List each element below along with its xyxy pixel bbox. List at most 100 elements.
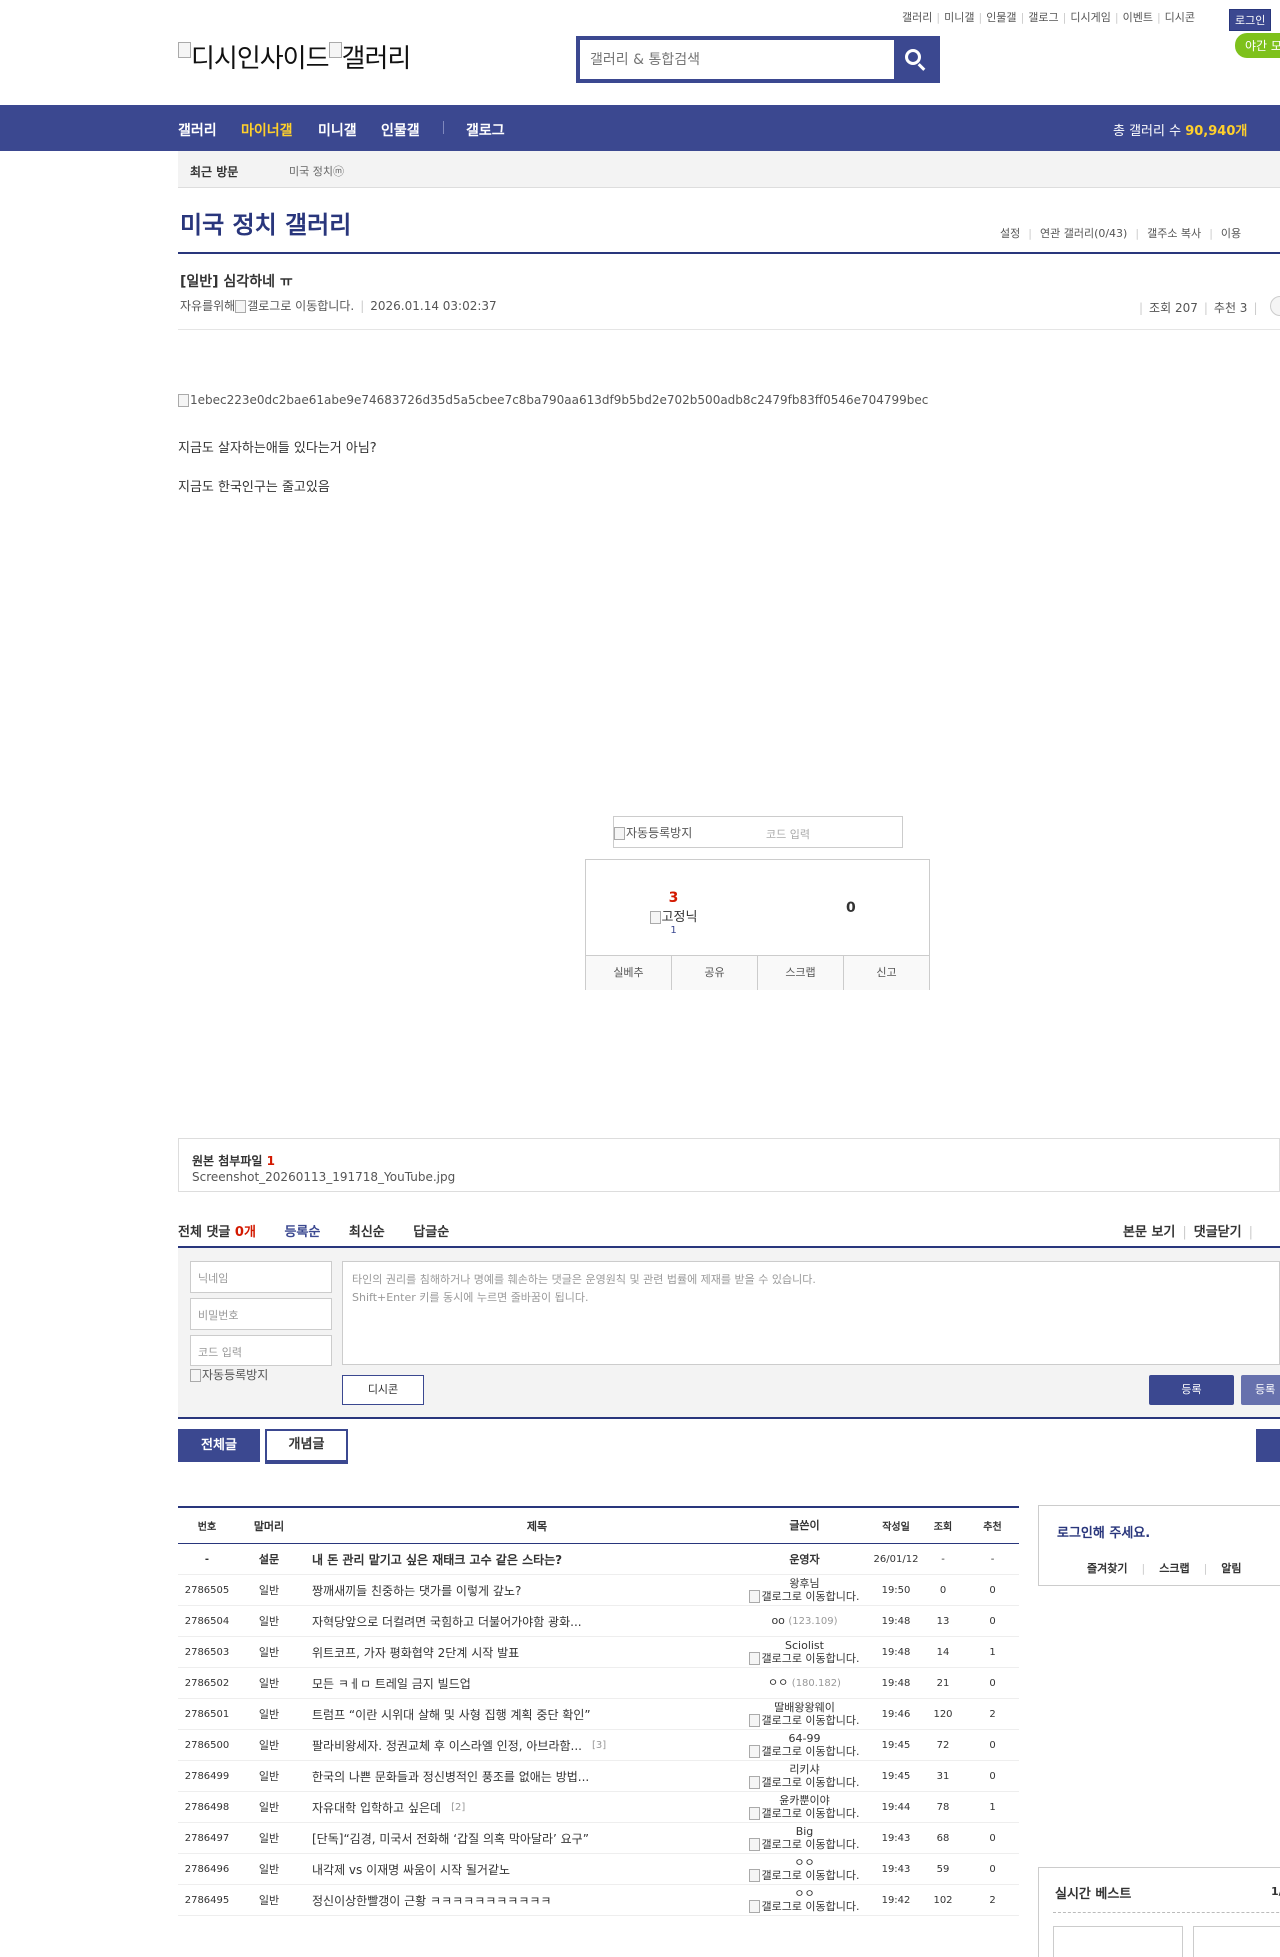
row-writer-name[interactable]: ㅇㅇ <box>794 1856 814 1869</box>
row-writer-name[interactable]: ㅇㅇ (180.182) <box>768 1676 841 1690</box>
row-writer-gallog[interactable]: 갤로그로 이동합니다. <box>749 1745 860 1759</box>
notice-row[interactable]: - 설문 내 돈 관리 맡기고 싶은 재태크 고수 같은 스타는? 운영자 26… <box>178 1544 1019 1575</box>
row-title[interactable]: 정신이상한빨갱이 근황 ㅋㅋㅋㅋㅋㅋㅋㅋㅋㅋㅋ <box>312 1885 782 1915</box>
sort-by-registered[interactable]: 등록순 <box>284 1225 320 1240</box>
close-comments-link[interactable]: 댓글닫기 <box>1194 1225 1242 1240</box>
row-title[interactable]: 위트코프, 가자 평화협약 2단계 시작 발표 <box>312 1637 782 1667</box>
table-row[interactable]: 2786505 일반 짱깨새끼들 친중하는 댓가를 이렇게 갚노? 왕후님 갤로그로 이… <box>178 1575 1019 1606</box>
tab-all-posts[interactable]: 전체글 <box>178 1429 260 1462</box>
dccon-button[interactable]: 디시콘 <box>342 1375 424 1405</box>
real-best-button[interactable]: 실베추 <box>586 956 672 990</box>
sort-by-latest[interactable]: 최신순 <box>349 1225 385 1240</box>
favorites-link[interactable]: 즐겨찾기 <box>1087 1562 1127 1575</box>
report-button[interactable]: 신고 <box>844 956 929 990</box>
row-writer-name[interactable]: oo (123.109) <box>771 1614 837 1628</box>
best-thumbnail[interactable] <box>1053 1926 1183 1957</box>
nav-person-gallery[interactable]: 인물갤 <box>381 120 420 140</box>
share-button[interactable]: 공유 <box>672 956 758 990</box>
write-button[interactable] <box>1256 1429 1280 1462</box>
comment-textarea[interactable]: 타인의 권리를 침해하거나 명예를 훼손하는 댓글은 운영원칙 및 관련 법률에… <box>342 1261 1280 1365</box>
view-post-link[interactable]: 본문 보기 <box>1123 1225 1175 1240</box>
row-title[interactable]: 내각제 vs 이재명 싸움이 시작 될거같노 <box>312 1854 782 1884</box>
table-row[interactable]: 2786499 일반 한국의 나쁜 문화들과 정신병적인 풍조를 없애는 방법...… <box>178 1761 1019 1792</box>
scrap-link[interactable]: 스크랩 <box>1159 1562 1189 1575</box>
comment-code-input[interactable]: 코드 입력 <box>190 1335 332 1366</box>
search-input[interactable] <box>580 40 895 79</box>
captcha-code-input[interactable]: 코드 입력 <box>766 826 810 842</box>
nav-mini-gallery[interactable]: 미니갤 <box>318 120 357 140</box>
copy-gallery-address-link[interactable]: 갤주소 복사 <box>1147 227 1201 240</box>
table-row[interactable]: 2786495 일반 정신이상한빨갱이 근황 ㅋㅋㅋㅋㅋㅋㅋㅋㅋㅋㅋ ㅇㅇ 갤로그로 이… <box>178 1885 1019 1916</box>
row-writer-name[interactable]: 64-99 <box>789 1732 821 1745</box>
password-input[interactable]: 비밀번호 <box>190 1298 332 1330</box>
notification-link[interactable]: 알림 <box>1221 1562 1241 1575</box>
more-button[interactable] <box>1270 296 1280 316</box>
best-thumbnail[interactable] <box>1193 1926 1280 1957</box>
recommend-down-count[interactable]: 0 <box>846 900 856 916</box>
table-row[interactable]: 2786496 일반 내각제 vs 이재명 싸움이 시작 될거같노 ㅇㅇ 갤로그로 이동… <box>178 1854 1019 1885</box>
row-writer-name[interactable]: Sciolist <box>785 1639 824 1652</box>
scrap-button[interactable]: 스크랩 <box>758 956 844 990</box>
table-row[interactable]: 2786497 일반 [단독]“김경, 미국서 전화해 ‘갑질 의혹 막아달라’ 요… <box>178 1823 1019 1854</box>
gallery-settings-link[interactable]: 설정 <box>1000 227 1020 240</box>
top-link[interactable]: 디시콘 <box>1165 11 1195 24</box>
row-comment-count[interactable]: [2] <box>451 1802 465 1813</box>
sort-by-replies[interactable]: 답글순 <box>413 1225 449 1240</box>
recommend-up-button[interactable]: 3 고정닉 1 <box>626 890 721 936</box>
gallery-usage-link[interactable]: 이용 <box>1221 227 1241 240</box>
row-title[interactable]: 자유대학 입학하고 싶은데 [2] <box>312 1792 782 1822</box>
search-button[interactable] <box>894 40 936 79</box>
row-writer-gallog[interactable]: 갤로그로 이동합니다. <box>749 1807 860 1821</box>
top-link[interactable]: 디시게임 <box>1070 11 1110 24</box>
col-head[interactable]: 말머리 <box>236 1508 302 1543</box>
recent-visit-item[interactable]: 미국 정치ⓜ <box>289 163 344 179</box>
nickname-input[interactable]: 닉네임 <box>190 1261 332 1293</box>
table-row[interactable]: 2786500 일반 팔라비왕세자. 정권교체 후 이스라엘 인정, 아브라함...… <box>178 1730 1019 1761</box>
sidebar-login-title[interactable]: 로그인해 주세요. <box>1057 1522 1150 1541</box>
row-title[interactable]: 한국의 나쁜 문화들과 정신병적인 풍조를 없애는 방법... <box>312 1761 782 1791</box>
post-author[interactable]: 자유를위해 <box>180 299 235 313</box>
top-link[interactable]: 갤로그 <box>1028 11 1058 24</box>
row-title[interactable]: 트럼프 “이란 시위대 살해 및 사형 집행 계획 중단 확인” <box>312 1699 782 1729</box>
row-writer-gallog[interactable]: 갤로그로 이동합니다. <box>749 1838 860 1852</box>
register-button[interactable]: 등록 <box>1149 1375 1234 1405</box>
top-link[interactable]: 미니갤 <box>944 11 974 24</box>
row-writer-gallog[interactable]: 갤로그로 이동합니다. <box>749 1590 860 1604</box>
login-button[interactable]: 로그인 <box>1229 9 1272 31</box>
related-gallery-link[interactable]: 연관 갤러리(0/43) <box>1040 227 1127 240</box>
top-link[interactable]: 이벤트 <box>1123 11 1153 24</box>
row-writer-gallog[interactable]: 갤로그로 이동합니다. <box>749 1869 860 1883</box>
post-author-gallog[interactable]: 갤로그로 이동합니다. <box>247 299 354 313</box>
site-logo[interactable]: 디시인사이드 갤러리 <box>178 38 411 75</box>
gallery-title[interactable]: 미국 정치 갤러리 <box>180 205 351 240</box>
row-writer-name[interactable]: 왕후님 <box>789 1577 819 1590</box>
row-comment-count[interactable]: [3] <box>592 1740 606 1751</box>
table-row[interactable]: 2786501 일반 트럼프 “이란 시위대 살해 및 사형 집행 계획 중단 확인… <box>178 1699 1019 1730</box>
row-writer-gallog[interactable]: 갤로그로 이동합니다. <box>749 1900 860 1914</box>
nav-gallery[interactable]: 갤러리 <box>178 120 217 140</box>
row-writer-gallog[interactable]: 갤로그로 이동합니다. <box>749 1652 860 1666</box>
row-title[interactable]: 팔라비왕세자. 정권교체 후 이스라엘 인정, 아브라함... [3] <box>312 1730 782 1760</box>
table-row[interactable]: 2786502 일반 모든 ㅋㅔㅁ 트레일 금지 빌드업 ㅇㅇ (180.182) 19… <box>178 1668 1019 1699</box>
post-image[interactable]: 1ebec223e0dc2bae61abe9e74683726d35d5a5cb… <box>178 393 928 407</box>
table-row[interactable]: 2786498 일반 자유대학 입학하고 싶은데 [2] 윤카뿐이야 갤로그로 이동합니다… <box>178 1792 1019 1823</box>
nav-gallog[interactable]: 갤로그 <box>466 120 505 140</box>
tab-best-posts[interactable]: 개념글 <box>265 1429 348 1464</box>
row-writer-name[interactable]: ㅇㅇ <box>794 1887 814 1900</box>
row-writer-name[interactable]: 딸배왕왕웨이 <box>774 1701 835 1714</box>
row-writer-gallog[interactable]: 갤로그로 이동합니다. <box>749 1776 860 1790</box>
table-row[interactable]: 2786504 일반 자혁당앞으로 더컬려면 국힘하고 더불어가야함 광화... oo… <box>178 1606 1019 1637</box>
row-title[interactable]: [단독]“김경, 미국서 전화해 ‘갑질 의혹 막아달라’ 요구” <box>312 1823 782 1853</box>
row-title[interactable]: 자혁당앞으로 더컬려면 국힘하고 더불어가야함 광화... <box>312 1606 782 1636</box>
row-writer-name[interactable]: 리키샤 <box>789 1763 819 1776</box>
row-writer-name[interactable]: 윤카뿐이야 <box>779 1794 830 1807</box>
table-row[interactable]: 2786503 일반 위트코프, 가자 평화협약 2단계 시작 발표 Sciolist… <box>178 1637 1019 1668</box>
top-link[interactable]: 갤러리 <box>902 11 932 24</box>
attachment-file-link[interactable]: Screenshot_20260113_191718_YouTube.jpg <box>192 1170 455 1184</box>
row-writer-name[interactable]: Big <box>796 1825 814 1838</box>
row-title[interactable]: 내 돈 관리 맡기고 싶은 재태크 고수 같은 스타는? <box>312 1544 782 1574</box>
row-title[interactable]: 짱깨새끼들 친중하는 댓가를 이렇게 갚노? <box>312 1575 782 1605</box>
row-writer-gallog[interactable]: 갤로그로 이동합니다. <box>749 1714 860 1728</box>
nav-minor-gallery[interactable]: 마이너갤 <box>241 120 293 140</box>
night-mode-button[interactable]: 야간 모 <box>1235 33 1280 58</box>
